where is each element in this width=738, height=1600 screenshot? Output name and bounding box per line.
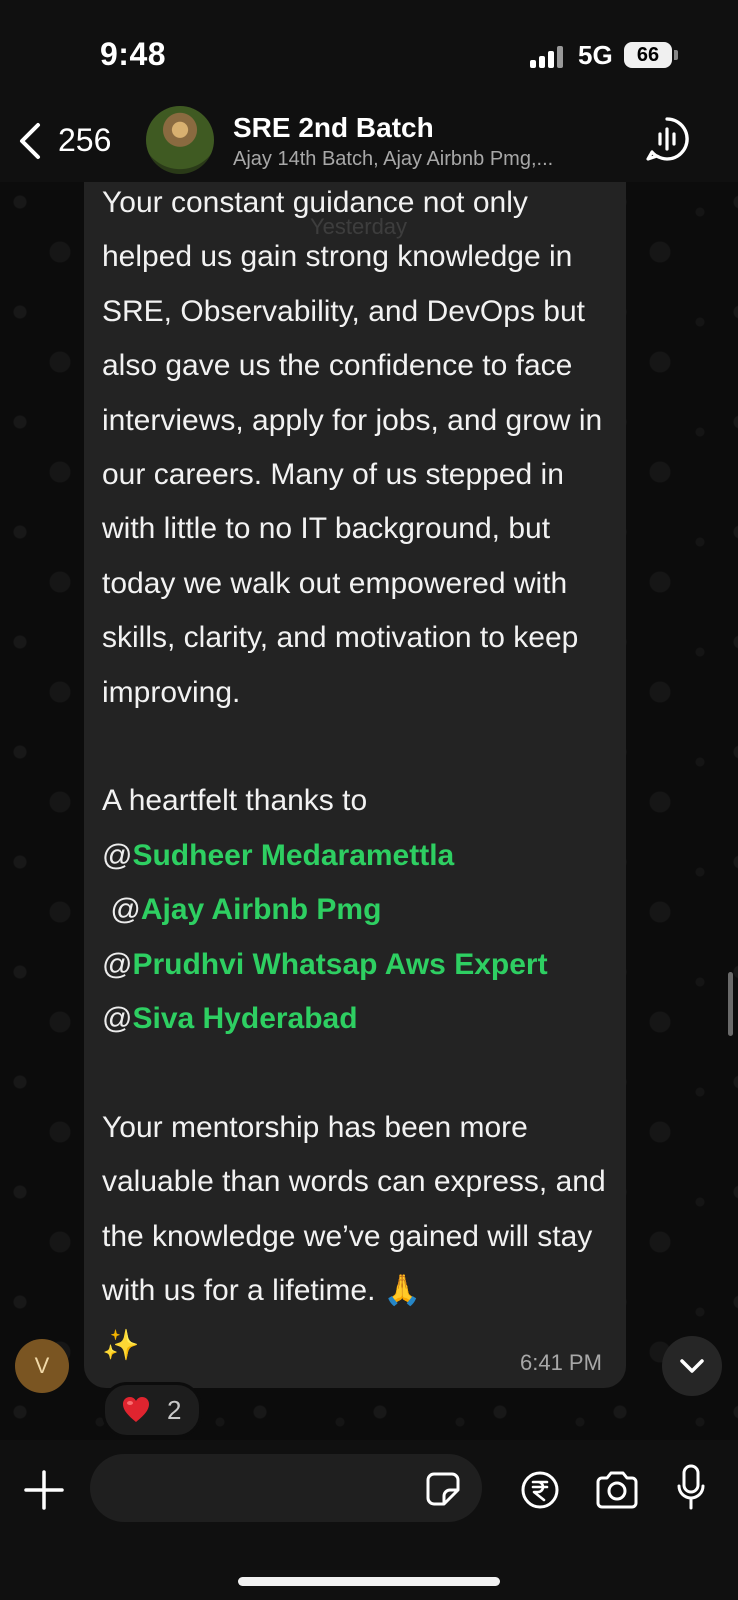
group-members-subtitle[interactable]: Ajay 14th Batch, Ajay Airbnb Pmg,...: [233, 148, 613, 171]
home-indicator[interactable]: [238, 1577, 500, 1586]
chevron-left-icon[interactable]: [16, 122, 44, 160]
status-time: 9:48: [100, 36, 167, 72]
sticker-icon[interactable]: [426, 1472, 460, 1506]
back-unread-count[interactable]: 256: [58, 122, 111, 159]
group-call-icon[interactable]: [644, 116, 690, 162]
mention-link[interactable]: Ajay Airbnb Pmg: [141, 893, 382, 926]
mention-line[interactable]: @Sudheer Medaramettla: [102, 829, 622, 883]
group-avatar[interactable]: [146, 106, 214, 174]
message-paragraph: Your constant guidance not only helped u…: [102, 186, 603, 709]
rupee-icon[interactable]: [520, 1470, 560, 1510]
reaction-count: 2: [167, 1395, 182, 1425]
message-timestamp: 6:41 PM: [520, 1350, 602, 1375]
composer-bar: [0, 1440, 738, 1600]
group-title[interactable]: SRE 2nd Batch: [233, 112, 434, 144]
mention-line[interactable]: @Siva Hyderabad: [102, 992, 622, 1046]
chat-header: 256 SRE 2nd Batch Ajay 14th Batch, Ajay …: [0, 100, 738, 182]
mention-link[interactable]: Siva Hyderabad: [132, 1002, 357, 1035]
mention-line[interactable]: @Ajay Airbnb Pmg: [102, 883, 622, 937]
network-type: 5G: [578, 40, 613, 70]
chevron-down-icon[interactable]: [662, 1336, 722, 1396]
mention-line[interactable]: @Prudhvi Whatsap Aws Expert: [102, 938, 622, 992]
reaction-pill[interactable]: 2: [102, 1382, 202, 1438]
microphone-icon[interactable]: [676, 1464, 706, 1512]
mention-link[interactable]: Prudhvi Whatsap Aws Expert: [132, 948, 547, 981]
message-text: Your constant guidance not only helped u…: [102, 176, 622, 1373]
battery-tip: [674, 50, 678, 60]
mention-link[interactable]: Sudheer Medaramettla: [132, 839, 454, 872]
message-input[interactable]: [90, 1454, 482, 1522]
sender-avatar[interactable]: V: [15, 1339, 69, 1393]
status-bar: 9:48 5G 66: [0, 0, 738, 100]
scrollbar[interactable]: [728, 972, 733, 1036]
message-paragraph: Your mentorship has been more valuable t…: [102, 1110, 606, 1308]
thanks-intro: A heartfelt thanks to: [102, 784, 368, 818]
cellular-signal-icon: [530, 44, 566, 68]
battery-icon: 66: [624, 42, 672, 68]
camera-icon[interactable]: [594, 1470, 640, 1510]
plus-icon[interactable]: [24, 1470, 64, 1510]
heart-icon: [121, 1395, 151, 1425]
